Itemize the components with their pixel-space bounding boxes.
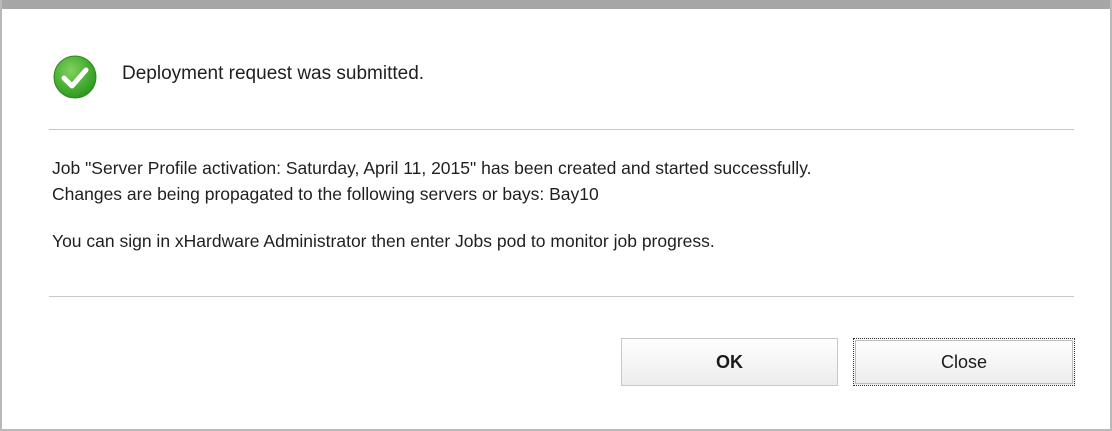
close-button[interactable]: Close (853, 338, 1075, 386)
status-headline: Deployment request was submitted. (122, 63, 425, 84)
monitor-hint-message: You can sign in xHardware Administrator … (52, 231, 715, 251)
propagation-message: Changes are being propagated to the foll… (52, 184, 599, 204)
bottom-divider (49, 296, 1074, 297)
deployment-dialog: Deployment request was submitted. Job "S… (0, 0, 1112, 431)
job-created-message: Job "Server Profile activation: Saturday… (52, 158, 812, 178)
top-divider (49, 129, 1074, 130)
check-circle-icon (53, 55, 97, 99)
dialog-top-bar (2, 0, 1110, 9)
ok-button[interactable]: OK (621, 338, 838, 386)
